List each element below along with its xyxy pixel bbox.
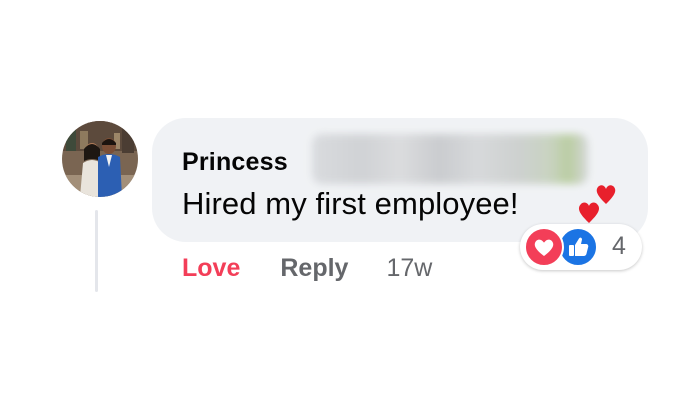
avatar[interactable]: [62, 121, 138, 197]
like-reaction-icon: [558, 227, 598, 267]
profile-photo: [62, 121, 138, 197]
love-reaction-icon: [524, 227, 564, 267]
comment-thread: Princess Hired my first employee! 4 Love…: [0, 0, 700, 400]
reply-button[interactable]: Reply: [280, 254, 348, 283]
reactions-summary[interactable]: 4: [520, 224, 642, 270]
comment-text: Hired my first employee!: [182, 186, 519, 221]
thread-line: [95, 210, 98, 292]
double-hearts-icon: [574, 184, 620, 224]
blurred-surname: [312, 134, 588, 184]
author-name[interactable]: Princess: [182, 148, 288, 177]
author-row: Princess: [182, 144, 288, 180]
love-reaction-button[interactable]: Love: [182, 254, 240, 283]
reaction-count: 4: [612, 232, 626, 260]
comment-actions: Love Reply 17w: [182, 250, 432, 286]
timestamp-link[interactable]: 17w: [386, 254, 432, 283]
